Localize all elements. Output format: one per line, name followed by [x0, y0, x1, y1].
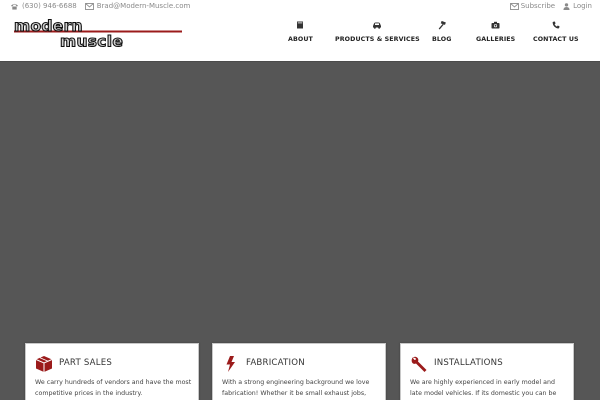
- nav-contact-us[interactable]: CONTACT US: [533, 20, 579, 43]
- card-installations[interactable]: INSTALLATIONS We are highly experienced …: [400, 343, 574, 400]
- car-icon: [371, 20, 383, 30]
- card-title: FABRICATION: [246, 358, 305, 368]
- login-label: Login: [573, 2, 592, 10]
- telephone-icon: [11, 3, 18, 10]
- nav-blog[interactable]: BLOG: [432, 20, 452, 43]
- nav-galleries-label: GALLERIES: [476, 36, 516, 43]
- phone-number: (630) 946-6688: [22, 2, 77, 10]
- box-icon: [35, 356, 53, 372]
- nav-about-label: ABOUT: [288, 36, 313, 43]
- login-link[interactable]: Login: [562, 2, 592, 10]
- hammer-icon: [436, 20, 448, 30]
- email-contact[interactable]: Brad@Modern-Muscle.com: [84, 2, 191, 10]
- camera-icon: [490, 20, 502, 30]
- card-description: We carry hundreds of vendors and have th…: [35, 379, 192, 397]
- nav-blog-label: BLOG: [432, 36, 452, 43]
- email-address: Brad@Modern-Muscle.com: [96, 2, 191, 10]
- nav-products-services-label: PRODUCTS & SERVICES: [335, 36, 420, 43]
- subscribe-link[interactable]: Subscribe: [509, 2, 556, 10]
- card-description: We are highly experienced in early model…: [410, 379, 557, 397]
- wrench-icon: [411, 356, 427, 372]
- card-title: PART SALES: [59, 358, 113, 368]
- nav-about[interactable]: ABOUT: [288, 20, 313, 43]
- user-utilities: Subscribe Login: [503, 2, 592, 10]
- card-part-sales[interactable]: PART SALES We carry hundreds of vendors …: [25, 343, 199, 400]
- nav-galleries[interactable]: GALLERIES: [476, 20, 515, 43]
- user-icon: [563, 2, 570, 10]
- card-title: INSTALLATIONS: [434, 358, 503, 368]
- top-utility-bar: (630) 946-6688 Brad@Modern-Muscle.com Su…: [0, 0, 600, 14]
- nav-contact-us-label: CONTACT US: [533, 36, 579, 43]
- phone-contact[interactable]: (630) 946-6688: [10, 2, 77, 10]
- contact-info: (630) 946-6688 Brad@Modern-Muscle.com: [10, 2, 198, 10]
- card-fabrication[interactable]: FABRICATION With a strong engineering ba…: [212, 343, 386, 400]
- nav-products-services[interactable]: PRODUCTS & SERVICES: [335, 20, 420, 43]
- phone-icon: [550, 20, 562, 30]
- envelope-icon: [84, 2, 94, 10]
- subscribe-label: Subscribe: [520, 2, 556, 10]
- card-description: With a strong engineering background we …: [222, 379, 370, 397]
- book-icon: [294, 20, 306, 30]
- envelope-icon: [509, 2, 519, 10]
- main-navigation: ABOUT PRODUCTS & SERVICES BLOG GALLERIES…: [0, 20, 600, 46]
- lightning-icon: [226, 356, 235, 372]
